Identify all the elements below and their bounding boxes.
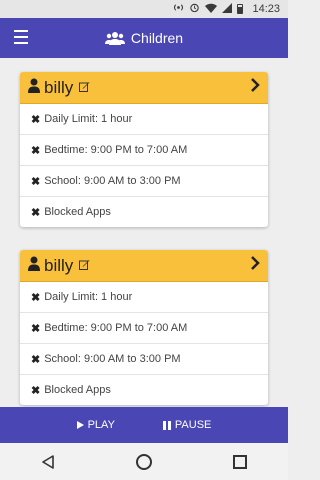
system-nav-bar	[0, 443, 288, 480]
status-bar: 14:23	[0, 0, 288, 18]
close-icon: ✖	[31, 384, 41, 397]
recents-icon	[233, 454, 247, 469]
person-icon	[28, 256, 40, 276]
rule-label: Bedtime: 9:00 PM to 7:00 AM	[44, 322, 188, 334]
pause-label: PAUSE	[174, 419, 212, 431]
app-bar: Children	[0, 18, 288, 58]
home-button[interactable]	[124, 447, 164, 477]
page-title: Children	[130, 30, 184, 46]
group-icon	[104, 31, 125, 45]
rule-blocked-apps[interactable]: ✖ Blocked Apps	[20, 197, 268, 227]
playback-controls: PLAY PAUSE	[0, 407, 288, 443]
recents-button[interactable]	[220, 447, 260, 477]
rule-bedtime[interactable]: ✖ Bedtime: 9:00 PM to 7:00 AM	[20, 135, 268, 166]
close-icon: ✖	[31, 353, 41, 366]
home-icon	[136, 453, 152, 470]
chevron-right-icon[interactable]	[250, 256, 260, 275]
rule-label: Bedtime: 9:00 PM to 7:00 AM	[44, 144, 188, 156]
edit-icon[interactable]	[79, 259, 90, 273]
edit-icon[interactable]	[79, 81, 90, 95]
play-button[interactable]: PLAY	[76, 419, 115, 431]
back-button[interactable]	[28, 447, 68, 477]
rule-school[interactable]: ✖ School: 9:00 AM to 3:00 PM	[20, 344, 268, 375]
pause-icon	[162, 420, 171, 430]
rule-label: Daily Limit: 1 hour	[44, 113, 133, 125]
rule-label: Daily Limit: 1 hour	[44, 291, 133, 303]
close-icon: ✖	[31, 322, 41, 335]
rule-blocked-apps[interactable]: ✖ Blocked Apps	[20, 375, 268, 405]
alarm-icon	[189, 2, 200, 16]
rule-label: School: 9:00 AM to 3:00 PM	[44, 175, 181, 187]
app-title: Children	[104, 30, 184, 46]
rule-school[interactable]: ✖ School: 9:00 AM to 3:00 PM	[20, 166, 268, 197]
close-icon: ✖	[31, 144, 41, 157]
hamburger-menu-icon[interactable]	[14, 30, 28, 44]
battery-icon	[237, 4, 244, 14]
close-icon: ✖	[31, 113, 41, 126]
rule-daily-limit[interactable]: ✖ Daily Limit: 1 hour	[20, 104, 268, 135]
child-name: billy	[44, 255, 74, 275]
child-card-header[interactable]: billy	[20, 250, 268, 282]
chevron-right-icon[interactable]	[250, 78, 260, 97]
rule-label: Blocked Apps	[44, 206, 111, 218]
rule-bedtime[interactable]: ✖ Bedtime: 9:00 PM to 7:00 AM	[20, 313, 268, 344]
children-list[interactable]: billy ✖ Daily Limit: 1 hour ✖ Bedtime: 9…	[0, 58, 288, 407]
hotspot-icon	[173, 2, 184, 16]
rule-label: Blocked Apps	[44, 384, 111, 396]
pause-button[interactable]: PAUSE	[162, 419, 212, 431]
child-card: billy ✖ Daily Limit: 1 hour ✖ Bedtime: 9…	[20, 72, 268, 227]
back-icon	[42, 454, 54, 469]
close-icon: ✖	[31, 175, 41, 188]
rule-label: School: 9:00 AM to 3:00 PM	[44, 353, 181, 365]
signal-icon	[222, 2, 233, 16]
child-card-header[interactable]: billy	[20, 72, 268, 104]
status-time: 14:23	[252, 3, 280, 15]
play-icon	[76, 421, 84, 429]
close-icon: ✖	[31, 206, 41, 219]
person-icon	[28, 78, 40, 98]
rule-daily-limit[interactable]: ✖ Daily Limit: 1 hour	[20, 282, 268, 313]
play-label: PLAY	[87, 419, 115, 431]
child-card: billy ✖ Daily Limit: 1 hour ✖ Bedtime: 9…	[20, 250, 268, 405]
child-name: billy	[44, 77, 74, 97]
close-icon: ✖	[31, 291, 41, 304]
wifi-icon	[205, 3, 218, 16]
